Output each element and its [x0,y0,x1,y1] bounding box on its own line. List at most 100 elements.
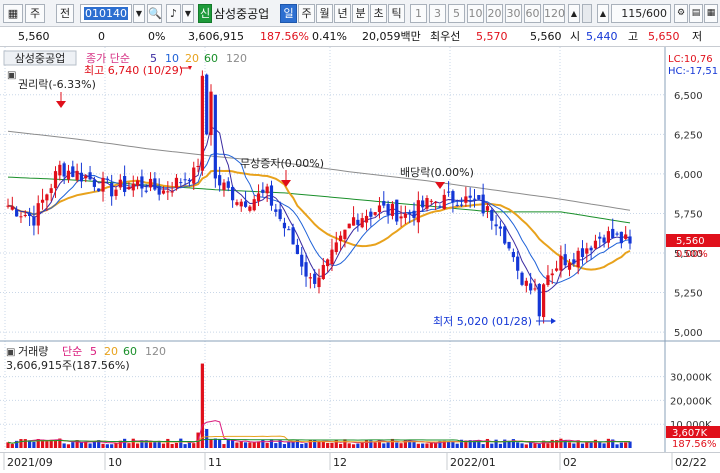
prev-button[interactable]: 전 [56,4,74,23]
volume-bar [200,363,204,448]
interval-tab-30[interactable]: 30 [505,4,522,23]
volume-bar [524,444,528,448]
market-select[interactable]: 주 [25,4,45,23]
candle-body [511,252,515,258]
volume-bar [161,443,166,448]
price-volume-chart[interactable]: 6,5006,2506,0005,7505,5005,2505,000 30,0… [0,47,720,469]
volume-bar [338,443,343,448]
chevron-up-icon[interactable]: ▲ [597,4,609,23]
volume-bar [88,443,92,448]
settings-icon[interactable]: ⚙ [674,4,688,23]
candle-body [45,194,49,201]
candle-body [135,180,140,186]
interval-tab-10[interactable]: 10 [467,4,484,23]
lc-label: LC:10,76 [668,54,713,65]
volume-bar [110,444,114,448]
chevron-down-icon[interactable]: ▼ [133,4,145,23]
volume-bar [166,438,170,448]
period-tab-2[interactable]: 월 [316,4,333,23]
volume-bar [330,442,334,448]
volume-legend-icon: ▣ [6,347,15,358]
interval-tab-1[interactable]: 1 [410,4,427,23]
candle-body [390,203,395,216]
volume-bar [399,443,403,448]
interval-tab-120[interactable]: 120 [543,4,565,23]
volume-legend-120: 120 [145,345,166,358]
candle-body [360,218,364,228]
period-tab-4[interactable]: 분 [352,4,369,23]
search-icon[interactable]: 🔍 [147,4,162,23]
volume-bar [265,442,269,448]
open-price: 5,440 [586,30,618,43]
volume-bar [231,440,235,448]
tile-icon[interactable]: ▦ [704,4,718,23]
period-tab-1[interactable]: 주 [298,4,315,23]
volume-bar [252,441,256,448]
volume-bar [62,443,66,448]
stock-code-input[interactable]: 010140 [80,4,132,23]
interval-tab-5[interactable]: 5 [448,4,465,23]
candle-body [585,248,589,254]
volume-tick-label: 20,000K [670,396,712,407]
period-tab-5[interactable]: 초 [370,4,387,23]
candle-body [282,222,287,229]
legend-ma120: 120 [226,52,247,65]
low-note: 최저 5,020 (01/28) [433,315,532,328]
candle-body [386,203,390,215]
interval-tab-3[interactable]: 3 [429,4,446,23]
turnover-pct: 0.41% [312,30,347,43]
candle-body [239,201,243,207]
volume-bar [179,438,183,448]
volume-bar [425,443,429,448]
candle-body [343,229,347,240]
volume-bar [351,444,356,448]
candle-body [628,236,632,244]
volume-bar [516,442,520,448]
candle-body [304,262,308,277]
candle-body [546,275,550,285]
volume-bar [446,441,451,448]
candle-body [529,283,533,291]
candle-body [205,74,209,135]
volume-bar [71,442,75,448]
candle-body [446,191,451,193]
period-tab-0[interactable]: 일 [280,4,297,23]
candle-body [222,182,226,190]
candle-body [278,209,282,220]
grid-icon[interactable]: ▤ [689,4,703,23]
volume-bar [23,439,27,448]
volume-bar [455,443,459,448]
candle-body [395,199,399,222]
grid-menu-icon[interactable]: ▦ [3,4,23,23]
candle-body [157,186,161,195]
volume-current-tag: 3,607K [672,428,708,439]
volume-bar [606,438,611,448]
candle-body [15,209,19,217]
volume-bar [170,443,174,448]
scroll-handle[interactable] [582,4,592,23]
candle-body [459,204,464,206]
interval-up-icon[interactable]: ▲ [568,4,580,23]
candle-body [377,205,382,213]
volume-bar [101,443,105,448]
volume-bar [235,442,239,448]
candle-body [131,183,135,191]
interval-tab-60[interactable]: 60 [524,4,541,23]
volume-bar [131,438,135,448]
period-tab-3[interactable]: 년 [334,4,351,23]
current-pct-tag: 0.00% [676,249,708,260]
date-axis: 2021/09 10 11 12 2022/01 02 02/22 [0,452,720,470]
speaker-chevron-icon[interactable]: ▼ [182,4,194,23]
volume-bar [153,442,157,448]
speaker-icon[interactable]: ♪ [166,4,181,23]
page-counter: 115/600 [611,4,671,23]
legend-square-icon[interactable]: ▣ [7,70,16,81]
volume-bar [304,443,308,448]
volume-bar [79,442,84,448]
volume-bar [602,443,606,448]
low-arrow-icon [551,318,556,324]
best-ask: 5,570 [476,30,508,43]
candle-body [53,171,58,189]
period-tab-6[interactable]: 틱 [388,4,405,23]
interval-tab-20[interactable]: 20 [486,4,503,23]
